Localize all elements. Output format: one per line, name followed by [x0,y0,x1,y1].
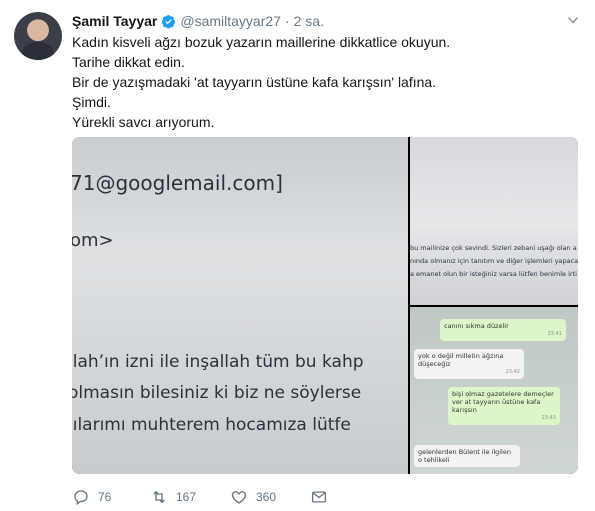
retweet-button[interactable]: 167 [150,488,230,506]
caret-down-icon[interactable] [567,14,579,26]
chat-bubble-text: bişi olmaz gazetelere demeçler ver at ta… [452,390,554,414]
chat-bubble-text: yok o değil milletin ağzına düşeceğiz [418,352,504,368]
verified-badge-icon [162,14,176,28]
chat-bubble-text: gelenlerden Bülent ile ilgilen o tehlike… [418,448,511,464]
author-handle[interactable]: @samiltayyar27 [180,13,281,29]
avatar[interactable] [14,12,62,60]
tweet-media[interactable]: 71@googlemail.com] om> llah’ın izni ile … [72,137,578,474]
tweet-text-line: Tarihe dikkat edin. [72,54,185,70]
tweet-text: Kadın kisveli ağzı bozuk yazarın mailler… [72,32,572,132]
tweet-text-line: Yürekli savcı arıyorum. [72,114,215,130]
tweet-header: Şamil Tayyar @samiltayyar27 · 2 sa. [72,11,324,31]
like-count: 360 [256,490,277,504]
email-text-line: olmasın bilesiniz ki biz ne söylerse [72,383,362,403]
email-text-line: 71@googlemail.com] [72,171,283,195]
chat-bubble-text: canını sıkma düzelir [444,322,509,330]
like-button[interactable]: 360 [230,488,310,506]
message-icon [311,491,327,503]
chat-bubble-time: 23:43 [541,415,556,421]
retweet-icon [153,490,165,504]
tweet-text-line: Kadın kisveli ağzı bozuk yazarın mailler… [72,34,451,50]
chat-screenshot-image[interactable]: canını sıkma düzelir 23:41 yok o değil m… [410,307,578,474]
reply-button[interactable]: 76 [72,488,150,506]
tweet-time[interactable]: 2 sa. [294,13,324,29]
email-detail-line: nında olmanız için tanıtım ve diğer işle… [410,257,578,265]
chat-bubble-time: 23:42 [505,369,520,375]
email-text-line: llah’ın izni ile inşallah tüm bu kahp [72,352,364,372]
reply-count: 76 [98,490,112,504]
like-icon [231,491,247,504]
author-name[interactable]: Şamil Tayyar [72,13,157,29]
tweet-actions: 76 167 360 [72,486,328,508]
email-detail-line: a emanet olun bir isteğiniz varsa lütfen… [410,270,577,278]
email-screenshot-image[interactable]: 71@googlemail.com] om> llah’ın izni ile … [72,137,408,474]
email-text-line: om> [72,230,114,251]
chat-bubble: bişi olmaz gazetelere demeçler ver at ta… [448,387,560,425]
tweet: Şamil Tayyar @samiltayyar27 · 2 sa. Kadı… [0,0,595,511]
tweet-text-line: Şimdi. [72,94,111,110]
email-detail-line: bu mailinize çok sevindi. Sizleri zebani… [410,244,577,252]
chat-bubble-time: 23:41 [547,331,562,337]
tweet-text-line: Bir de yazışmadaki 'at tayyarın üstüne k… [72,74,437,90]
chat-bubble: gelenlerden Bülent ile ilgilen o tehlike… [414,445,520,467]
reply-icon [74,490,88,506]
retweet-count: 167 [176,490,197,504]
chat-bubble: yok o değil milletin ağzına düşeceğiz 23… [414,349,524,379]
separator-dot: · [284,13,290,29]
email-text-line: ıılarımı muhterem hocamıza lütfe [72,415,351,435]
direct-message-button[interactable] [310,488,328,506]
chat-bubble: canını sıkma düzelir 23:41 [440,319,566,341]
email-detail-image[interactable]: bu mailinize çok sevindi. Sizleri zebani… [410,137,578,305]
